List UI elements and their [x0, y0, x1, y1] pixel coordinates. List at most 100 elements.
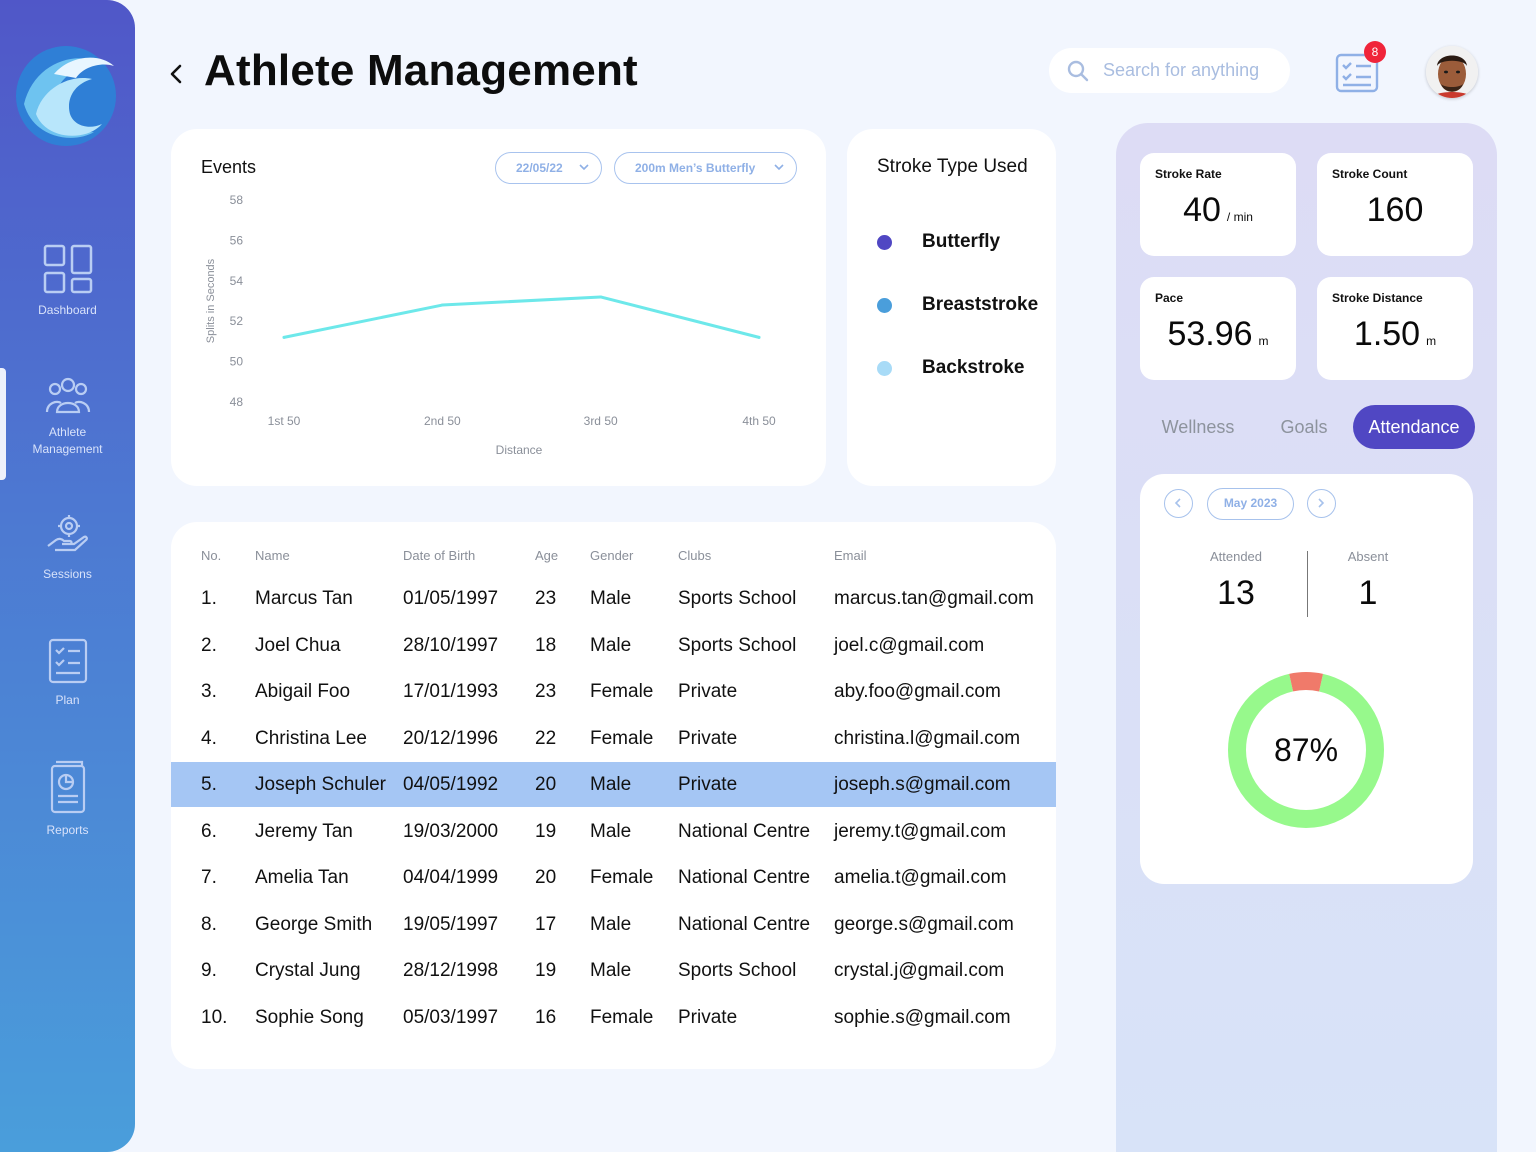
y-tick-label: 56 — [230, 233, 244, 247]
athletes-table: No. Name Date of Birth Age Gender Clubs … — [171, 522, 1056, 1069]
table-cell: Amelia Tan — [255, 867, 349, 888]
table-cell: 18 — [535, 634, 557, 656]
table-cell: National Centre — [678, 913, 811, 935]
column-header: Date of Birth — [403, 548, 476, 563]
table-cell: sophie.s@gmail.com — [834, 1006, 1011, 1028]
table-cell: 17 — [535, 913, 557, 935]
tab-attendance[interactable]: Attendance — [1353, 405, 1475, 449]
stat-label: Pace — [1155, 291, 1184, 305]
table-cell: National Centre — [678, 820, 811, 842]
next-month-button[interactable] — [1307, 489, 1336, 518]
attendance-percent: 87% — [1273, 732, 1339, 768]
legend-item-butterfly: Butterfly — [877, 230, 1000, 254]
sidebar-item-dashboard[interactable]: Dashboard — [0, 244, 135, 319]
table-cell: 05/03/1997 — [403, 1006, 499, 1028]
table-cell: 20/12/1996 — [403, 727, 499, 749]
table-cell: 20 — [535, 867, 557, 888]
column-header: Age — [535, 548, 559, 563]
avatar[interactable] — [1426, 46, 1478, 98]
column-header: Email — [834, 548, 867, 563]
stat-value: 40/ min — [1183, 191, 1253, 229]
table-cell: joel.c@gmail.com — [834, 634, 985, 656]
table-cell: crystal.j@gmail.com — [834, 960, 1005, 981]
table-cell: 16 — [535, 1006, 557, 1028]
table-cell: Male — [590, 774, 632, 795]
legend-label: Butterfly — [922, 231, 1001, 252]
notification-badge: 8 — [1364, 41, 1386, 63]
table-cell: Private — [678, 681, 738, 702]
table-row[interactable]: 3. Abigail Foo 17/01/1993 23 Female Private ab… — [171, 669, 1056, 714]
search-bar[interactable] — [1049, 48, 1290, 93]
stroke-type-title: Stroke Type Used — [877, 156, 1028, 177]
data-point — [599, 295, 603, 299]
stat-value: 53.96 m — [1167, 315, 1269, 353]
y-tick-label: 58 — [230, 193, 244, 207]
sidebar-item-label: Athlete Management — [32, 425, 103, 456]
table-cell: 5. — [201, 774, 217, 795]
x-tick-label: 2nd 50 — [424, 414, 461, 428]
table-row[interactable]: 7. Amelia Tan 04/04/1999 20 Female National C… — [171, 855, 1056, 900]
table-cell: 22 — [535, 727, 557, 749]
sidebar-item-reports[interactable]: Reports — [0, 760, 135, 839]
sidebar: Dashboard Athlete Management Sessions Pl… — [0, 0, 135, 1152]
table-cell: Sophie Song — [255, 1006, 364, 1028]
table-cell: 23 — [535, 681, 557, 702]
data-point — [282, 335, 286, 339]
table-cell: marcus.tan@gmail.com — [834, 588, 1034, 609]
user-avatar-icon — [1426, 46, 1478, 98]
y-axis-label: Splits in Seconds — [205, 258, 217, 343]
table-cell: Private — [678, 727, 738, 749]
table-cell: 17/01/1993 — [403, 681, 499, 702]
search-input[interactable] — [1103, 60, 1283, 81]
reports-icon — [50, 760, 85, 814]
attended-label: Attended — [1209, 549, 1263, 564]
table-cell: Female — [590, 1006, 654, 1028]
table-cell: Joel Chua — [255, 634, 341, 656]
attendance-card: May 2023 Attended 13 Absent 1 87% — [1140, 474, 1473, 884]
table-cell: Female — [590, 867, 654, 888]
column-header: Name — [255, 548, 290, 563]
table-cell: 19/03/2000 — [403, 820, 499, 842]
stat-label: Stroke Distance — [1332, 291, 1423, 305]
absent-count: 1 — [1358, 574, 1378, 612]
table-row[interactable]: 8. George Smith 19/05/1997 17 Male National C… — [171, 902, 1056, 947]
table-row[interactable]: 10. Sophie Song 05/03/1997 16 Female Private s… — [171, 995, 1056, 1040]
page-title: Athlete Management — [204, 46, 638, 95]
sidebar-item-plan[interactable]: Plan — [0, 638, 135, 709]
prev-month-button[interactable] — [1164, 489, 1193, 518]
absent-stat: Absent 1 — [1308, 549, 1428, 613]
month-selector[interactable]: May 2023 — [1207, 488, 1294, 520]
table-cell: Female — [590, 681, 654, 702]
events-card: Events 22/05/22 200m Men’s Butterfly 48 5… — [171, 129, 826, 486]
table-cell: Private — [678, 1006, 738, 1028]
y-tick-label: 48 — [230, 395, 244, 409]
stat-label: Stroke Count — [1332, 167, 1408, 181]
table-row[interactable]: 1. Marcus Tan 01/05/1997 23 Male Sports Schoo… — [171, 576, 1056, 621]
stat-value: 160 — [1366, 191, 1424, 229]
stat-label: Stroke Rate — [1155, 167, 1222, 181]
table-row[interactable]: 4. Christina Lee 20/12/1996 22 Female Private… — [171, 716, 1056, 761]
table-cell: Abigail Foo — [255, 681, 351, 702]
table-cell: 9. — [201, 960, 217, 981]
stroke-distance-card: Stroke Distance 1.50 m — [1317, 277, 1473, 380]
table-cell: 20 — [535, 774, 557, 795]
tab-goals[interactable]: Goals — [1276, 405, 1332, 449]
sidebar-item-sessions[interactable]: Sessions — [0, 512, 135, 583]
table-cell: 8. — [201, 913, 217, 935]
series-line — [282, 295, 761, 339]
table-row[interactable]: 5. Joseph Schuler 04/05/1992 20 Male Private j… — [171, 762, 1056, 807]
table-row[interactable]: 6. Jeremy Tan 19/03/2000 19 Male National Cen… — [171, 809, 1056, 854]
table-cell: 01/05/1997 — [403, 588, 499, 609]
table-cell: joseph.s@gmail.com — [834, 774, 1011, 795]
stat-value: 1.50 m — [1353, 315, 1437, 353]
sidebar-item-athlete-management[interactable]: Athlete Management — [0, 368, 135, 480]
table-cell: 10. — [201, 1006, 228, 1028]
table-cell: george.s@gmail.com — [834, 913, 1014, 935]
back-arrow-icon[interactable] — [164, 60, 188, 88]
table-cell: 6. — [201, 820, 217, 842]
table-row[interactable]: 9. Crystal Jung 28/12/1998 19 Male Sports Sch… — [171, 948, 1056, 993]
pace-card: Pace 53.96 m — [1140, 277, 1296, 380]
tab-wellness[interactable]: Wellness — [1155, 405, 1241, 449]
table-cell: 04/04/1999 — [403, 867, 499, 888]
table-row[interactable]: 2. Joel Chua 28/10/1997 18 Male Sports School… — [171, 623, 1056, 668]
